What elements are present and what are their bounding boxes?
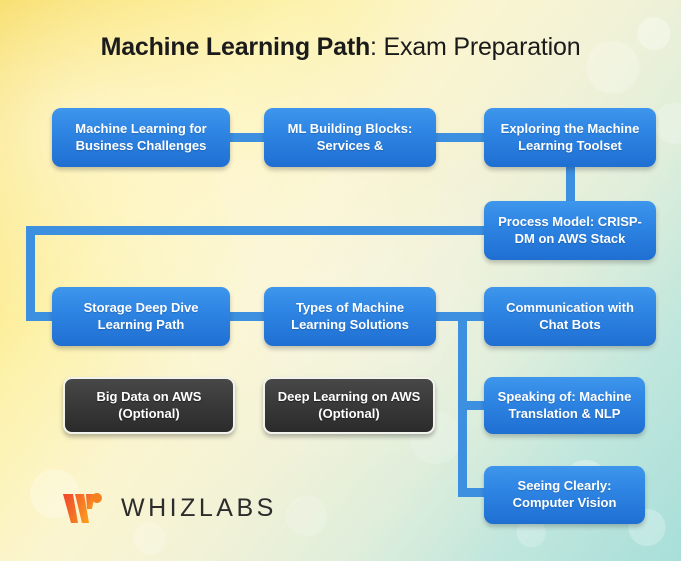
node-deep-learning-on-aws[interactable]: Deep Learning on AWS (Optional) bbox=[263, 377, 435, 434]
node-storage-deep-dive[interactable]: Storage Deep Dive Learning Path bbox=[52, 287, 230, 346]
node-label: Communication with Chat Bots bbox=[506, 299, 634, 332]
node-label: Types of Machine Learning Solutions bbox=[291, 299, 409, 332]
node-label: Deep Learning on AWS (Optional) bbox=[277, 388, 421, 421]
node-label: ML Building Blocks: Services & bbox=[287, 120, 413, 153]
page-title: Machine Learning Path: Exam Preparation bbox=[0, 33, 681, 62]
node-big-data-on-aws[interactable]: Big Data on AWS (Optional) bbox=[63, 377, 235, 434]
node-label: Speaking of: Machine Translation & NLP bbox=[497, 388, 632, 421]
connector-box2-box3 bbox=[430, 133, 490, 142]
connector-process-model-left bbox=[26, 226, 496, 235]
node-label: Exploring the Machine Learning Toolset bbox=[500, 120, 640, 153]
page-title-bold: Machine Learning Path bbox=[100, 33, 371, 61]
infographic-canvas: Machine Learning Path: Exam Preparation … bbox=[0, 0, 681, 561]
node-label: Machine Learning for Business Challenges bbox=[75, 120, 207, 153]
node-computer-vision[interactable]: Seeing Clearly: Computer Vision bbox=[484, 466, 645, 524]
connector-loop-vertical bbox=[26, 226, 35, 321]
whizlabs-wordmark: WHIZLABS bbox=[121, 494, 277, 522]
page-title-light: : Exam Preparation bbox=[370, 33, 581, 61]
node-label: Seeing Clearly: Computer Vision bbox=[512, 478, 617, 510]
whizlabs-logo: WHIZLABS bbox=[62, 492, 277, 525]
node-types-of-ml-solutions[interactable]: Types of Machine Learning Solutions bbox=[264, 287, 436, 346]
node-exploring-ml-toolset[interactable]: Exploring the Machine Learning Toolset bbox=[484, 108, 656, 167]
node-ml-business-challenges[interactable]: Machine Learning for Business Challenges bbox=[52, 108, 230, 167]
node-ml-building-blocks[interactable]: ML Building Blocks: Services & bbox=[264, 108, 436, 167]
node-label: Process Model: CRISP-DM on AWS Stack bbox=[498, 213, 642, 246]
node-machine-translation-nlp[interactable]: Speaking of: Machine Translation & NLP bbox=[484, 377, 645, 434]
node-process-model-crisp-dm[interactable]: Process Model: CRISP-DM on AWS Stack bbox=[484, 201, 656, 260]
node-label: Big Data on AWS (Optional) bbox=[96, 388, 202, 421]
node-communication-chat-bots[interactable]: Communication with Chat Bots bbox=[484, 287, 656, 346]
node-label: Storage Deep Dive Learning Path bbox=[83, 299, 199, 332]
whizlabs-w-icon bbox=[63, 493, 102, 523]
